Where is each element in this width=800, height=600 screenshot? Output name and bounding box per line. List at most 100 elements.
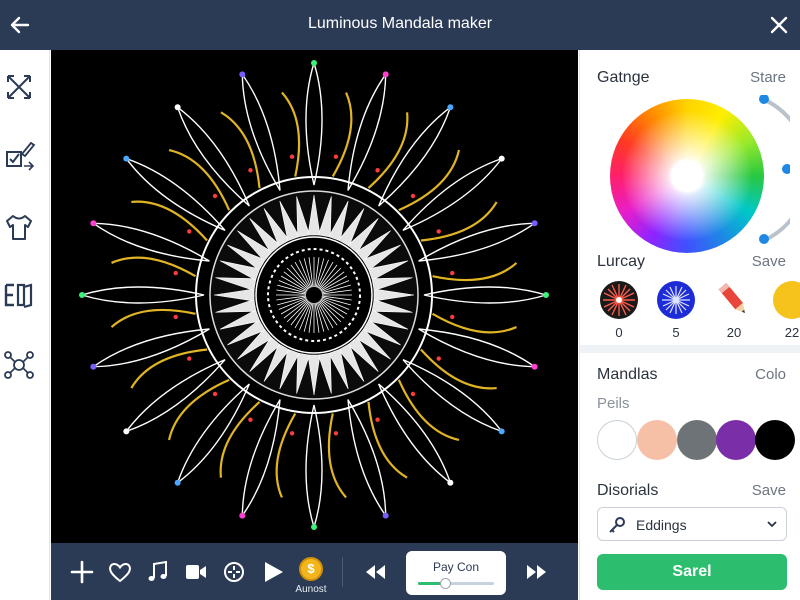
- mandala-petal-tip: [79, 292, 85, 298]
- mandala-artwork: [79, 60, 549, 530]
- mandala-bead: [173, 270, 178, 276]
- brush-value: 22: [784, 325, 800, 340]
- settings-panel: Gatnge Stare Lurcay Save 0 5 20 22 Mandl…: [579, 50, 800, 600]
- mandala-bead: [187, 356, 192, 361]
- mandala-petal-tip: [174, 479, 181, 486]
- checklist-edit-icon[interactable]: [2, 138, 36, 172]
- disorials-section-title: Disorials: [597, 482, 659, 499]
- mandala-canvas[interactable]: [51, 50, 578, 543]
- mandala-gold-scroll: [432, 262, 518, 282]
- mandala-gold-scroll: [367, 112, 409, 189]
- mandala-petal-tip: [447, 479, 454, 486]
- mandala-gold-scroll: [275, 412, 297, 498]
- mandala-petal-tip: [447, 104, 454, 111]
- mandala-bead: [450, 314, 455, 320]
- heart-icon[interactable]: [107, 559, 133, 585]
- brush-value: 20: [726, 325, 742, 340]
- key-icon: [609, 517, 625, 533]
- pay-slider-track[interactable]: [418, 578, 494, 589]
- dropdown-value: Eddings: [636, 517, 687, 533]
- mandala-petal: [378, 105, 452, 207]
- mandalas-color-link[interactable]: Colo: [755, 366, 786, 383]
- mandala-gold-scroll: [431, 312, 517, 334]
- mandala-petal-tip: [311, 60, 317, 66]
- pencil-brush[interactable]: [714, 280, 754, 320]
- palette-sublabel: Peils: [597, 395, 630, 412]
- swatch-peach[interactable]: [637, 420, 677, 460]
- mandala-petal: [347, 72, 387, 191]
- swatch-purple[interactable]: [716, 420, 756, 460]
- expand-arrows-icon[interactable]: [2, 70, 36, 104]
- gold-brush[interactable]: [772, 280, 800, 320]
- swatch-black[interactable]: [755, 420, 795, 460]
- book-icon[interactable]: [2, 278, 36, 312]
- mandala-bead: [410, 193, 416, 199]
- video-camera-icon[interactable]: [183, 559, 209, 585]
- mandala-petal: [418, 222, 537, 262]
- left-toolbar: [0, 50, 50, 600]
- swatch-gray[interactable]: [677, 420, 717, 460]
- close-icon[interactable]: [762, 8, 796, 42]
- node-network-icon[interactable]: [2, 348, 36, 382]
- lucray-save-link[interactable]: Save: [752, 253, 786, 270]
- mandala-bead: [375, 168, 380, 173]
- brush-value: 5: [672, 325, 680, 340]
- pay-slider-knob[interactable]: [439, 578, 451, 589]
- swatch-white[interactable]: [597, 420, 637, 460]
- crosshair-icon[interactable]: [221, 559, 247, 585]
- mandala-petal: [402, 359, 504, 433]
- mandala-petal-tip: [123, 428, 130, 435]
- pay-control[interactable]: Pay Con: [406, 551, 506, 595]
- title-bar: Luminous Mandala maker: [0, 0, 800, 50]
- music-note-icon[interactable]: [145, 559, 171, 585]
- mandala-gold-scroll: [219, 401, 261, 478]
- mandala-petal: [423, 286, 549, 304]
- play-icon[interactable]: [260, 559, 286, 585]
- mandala-petal: [347, 399, 387, 518]
- mandala-gold-scroll: [111, 256, 197, 278]
- chevron-down-icon: [767, 521, 777, 528]
- mandala-gold-scroll: [130, 348, 208, 389]
- mandala-gold-scroll: [420, 348, 497, 390]
- mandala-bead: [212, 391, 218, 397]
- mandala-gold-scroll: [281, 91, 301, 177]
- mandala-petal: [176, 383, 250, 485]
- mandala-petal-tip: [90, 220, 97, 227]
- mandala-petal: [91, 328, 210, 368]
- mandala-petal-tip: [174, 104, 181, 111]
- disorials-save-link[interactable]: Save: [752, 482, 786, 499]
- mandala-gold-scroll: [220, 111, 261, 189]
- mandala-bead: [333, 154, 339, 159]
- mandala-gold-scroll: [327, 413, 347, 499]
- mandala-bead: [173, 314, 178, 320]
- mandala-petal: [124, 157, 226, 231]
- mandala-petal-tip: [311, 524, 317, 530]
- mandala-petal-tip: [382, 512, 389, 519]
- mandala-gold-scroll: [398, 149, 461, 212]
- gradient-section-action[interactable]: Stare: [750, 69, 786, 86]
- section-divider: [580, 345, 800, 353]
- mandala-gold-scroll: [168, 148, 231, 211]
- mandala-bead: [450, 270, 455, 276]
- mandala-bead: [410, 391, 416, 397]
- mandala-gold-scroll: [397, 379, 460, 442]
- mandala-petal-tip: [531, 363, 538, 370]
- shirt-icon[interactable]: [2, 210, 36, 244]
- rewind-icon[interactable]: [363, 559, 389, 585]
- fast-forward-icon[interactable]: [523, 559, 549, 585]
- mandala-center-ring: [255, 236, 373, 354]
- coin-label: Aunost: [295, 584, 327, 595]
- mandala-bead: [333, 431, 339, 436]
- starburst-brush-red[interactable]: [599, 280, 639, 320]
- brightness-slider[interactable]: [730, 95, 790, 245]
- mandala-petal: [91, 222, 210, 262]
- plus-icon[interactable]: [69, 559, 95, 585]
- lucray-section-title: Lurcay: [597, 253, 646, 270]
- mandala-gold-scroll: [367, 401, 408, 479]
- settings-dropdown[interactable]: Eddings: [597, 507, 787, 541]
- player-bar: $ Aunost Pay Con: [51, 543, 578, 600]
- coin-icon[interactable]: $: [299, 557, 323, 581]
- mandala-gold-scroll: [131, 200, 208, 242]
- starburst-brush-blue[interactable]: [656, 280, 696, 320]
- primary-action-button[interactable]: Sarel: [597, 554, 787, 590]
